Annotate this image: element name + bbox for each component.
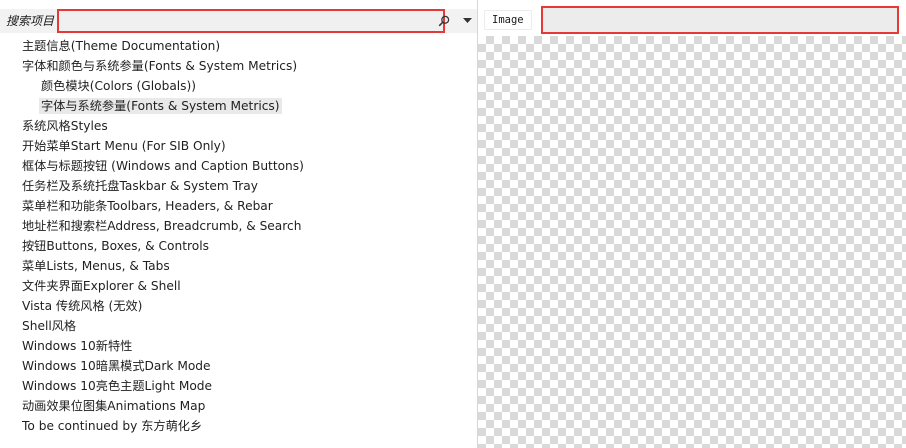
tree-item-label: Windows 10新特性 — [22, 339, 133, 353]
tree-item[interactable]: Vista 传统风格 (无效) — [0, 296, 476, 316]
tree-item-label: 主题信息(Theme Documentation) — [22, 39, 221, 53]
tree-item[interactable]: 开始菜单Start Menu (For SIB Only) — [0, 136, 476, 156]
tree-item[interactable]: 任务栏及系统托盘Taskbar & System Tray — [0, 176, 476, 196]
image-preview-panel: Image — [478, 0, 906, 448]
tree-item-label: 字体与系统参量(Fonts & System Metrics) — [39, 98, 282, 114]
tree-item-label: 动画效果位图集Animations Map — [22, 399, 206, 413]
tree-item-label: 任务栏及系统托盘Taskbar & System Tray — [22, 179, 258, 193]
tree-item[interactable]: 字体和颜色与系统参量(Fonts & System Metrics) — [0, 56, 476, 76]
tree-item-label: 框体与标题按钮 (Windows and Caption Buttons) — [22, 159, 304, 173]
search-icon[interactable] — [437, 13, 451, 29]
tree-item[interactable]: 颜色模块(Colors (Globals)) — [0, 76, 476, 96]
tree-item[interactable]: Windows 10暗黑模式Dark Mode — [0, 356, 476, 376]
tree-item[interactable]: 文件夹界面Explorer & Shell — [0, 276, 476, 296]
theme-editor-window: 搜索项目 主题信息(Theme Documentation) 字体和颜色与系统参量… — [0, 0, 906, 448]
image-tab[interactable]: Image — [484, 10, 532, 30]
tree-item[interactable]: 地址栏和搜索栏Address, Breadcrumb, & Search — [0, 216, 476, 236]
tree-item[interactable]: To be continued by 东方萌化乡 — [0, 416, 476, 436]
tree-item-label: 颜色模块(Colors (Globals)) — [41, 79, 197, 93]
tree-item[interactable]: 框体与标题按钮 (Windows and Caption Buttons) — [0, 156, 476, 176]
search-input[interactable] — [57, 9, 445, 33]
tree-item[interactable]: 系统风格Styles — [0, 116, 476, 136]
tree-item-label: Shell风格 — [22, 319, 77, 333]
tree-item-label: To be continued by 东方萌化乡 — [22, 419, 203, 433]
tree-item-label: 菜单Lists, Menus, & Tabs — [22, 259, 170, 273]
tree-item[interactable]: Shell风格 — [0, 316, 476, 336]
tree-item-label: 字体和颜色与系统参量(Fonts & System Metrics) — [22, 59, 298, 73]
search-bar: 搜索项目 — [0, 9, 477, 33]
tree-item-label: 菜单栏和功能条Toolbars, Headers, & Rebar — [22, 199, 273, 213]
image-path-field[interactable] — [541, 6, 899, 34]
tree-item-label: 地址栏和搜索栏Address, Breadcrumb, & Search — [22, 219, 302, 233]
tree-item-label: Vista 传统风格 (无效) — [22, 299, 143, 313]
tree-item[interactable]: 字体与系统参量(Fonts & System Metrics) — [0, 96, 476, 116]
tree-item[interactable]: Windows 10新特性 — [0, 336, 476, 356]
tree-item[interactable]: 动画效果位图集Animations Map — [0, 396, 476, 416]
tree-item-label: 系统风格Styles — [22, 119, 108, 133]
tree-item[interactable]: 主题信息(Theme Documentation) — [0, 36, 476, 56]
tree-item[interactable]: 菜单栏和功能条Toolbars, Headers, & Rebar — [0, 196, 476, 216]
tree-item-label: 开始菜单Start Menu (For SIB Only) — [22, 139, 226, 153]
item-tree-panel: 搜索项目 主题信息(Theme Documentation) 字体和颜色与系统参量… — [0, 0, 478, 448]
tree-item-label: 文件夹界面Explorer & Shell — [22, 279, 181, 293]
tree-item[interactable]: Windows 10亮色主题Light Mode — [0, 376, 476, 396]
chevron-down-icon[interactable] — [460, 13, 474, 29]
tree-item[interactable]: 菜单Lists, Menus, & Tabs — [0, 256, 476, 276]
tree-item-label: 按钮Buttons, Boxes, & Controls — [22, 239, 209, 253]
search-label: 搜索项目 — [6, 14, 55, 28]
tree-item[interactable]: 按钮Buttons, Boxes, & Controls — [0, 236, 476, 256]
theme-item-tree: 主题信息(Theme Documentation) 字体和颜色与系统参量(Font… — [0, 36, 476, 436]
transparent-image-canvas — [478, 36, 906, 448]
tree-item-label: Windows 10暗黑模式Dark Mode — [22, 359, 211, 373]
tree-item-label: Windows 10亮色主题Light Mode — [22, 379, 213, 393]
